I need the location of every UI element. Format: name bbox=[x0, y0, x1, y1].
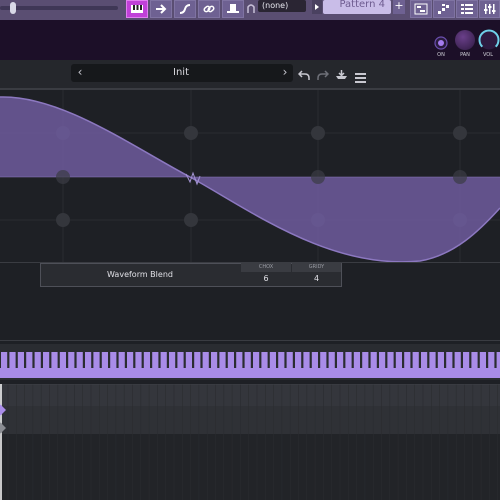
waveform-editor[interactable] bbox=[0, 90, 500, 263]
prev-preset-button[interactable]: ‹ bbox=[73, 64, 87, 82]
hat-icon bbox=[227, 4, 239, 13]
on-label: ON bbox=[437, 52, 445, 58]
add-pattern-button[interactable]: + bbox=[393, 0, 405, 14]
automation-tool-button[interactable] bbox=[174, 0, 196, 18]
menu-icon[interactable] bbox=[355, 68, 366, 83]
pattern-selector[interactable]: Pattern 4 bbox=[323, 0, 391, 14]
blend-value-x[interactable]: 6 bbox=[241, 273, 291, 285]
piano-keyboard[interactable] bbox=[0, 344, 500, 380]
sample-select[interactable]: (none) bbox=[258, 0, 306, 12]
sample-icon bbox=[246, 0, 256, 13]
arrow-right-icon bbox=[156, 4, 167, 14]
piano-roll-tool-button[interactable] bbox=[126, 0, 148, 18]
undo-icon[interactable] bbox=[297, 66, 310, 80]
divider bbox=[0, 340, 500, 341]
plugin-tool-button[interactable] bbox=[222, 0, 244, 18]
mixer-button[interactable] bbox=[479, 0, 500, 18]
volume-label: VOL bbox=[482, 52, 494, 58]
playlist-icon bbox=[414, 3, 428, 15]
top-toolbar: (none) Pattern 4 + bbox=[0, 0, 500, 20]
volume-knob[interactable] bbox=[478, 29, 500, 51]
mixer-icon bbox=[483, 4, 495, 14]
link-tool-button[interactable] bbox=[198, 0, 220, 18]
master-volume-slider[interactable] bbox=[0, 6, 118, 10]
channel-strip bbox=[0, 20, 500, 60]
waveform-display[interactable] bbox=[0, 90, 500, 263]
editor-background bbox=[0, 288, 500, 340]
steps-icon bbox=[438, 4, 449, 14]
link-icon bbox=[203, 5, 215, 13]
on-toggle[interactable] bbox=[434, 35, 448, 50]
roll-row bbox=[0, 406, 500, 434]
pan-label: PAN bbox=[460, 52, 470, 58]
pattern-menu-button[interactable] bbox=[312, 0, 322, 14]
blend-value-y[interactable]: 4 bbox=[292, 273, 341, 285]
next-preset-button[interactable]: › bbox=[278, 64, 292, 82]
channel-rack-button[interactable] bbox=[456, 0, 478, 18]
piano-roll[interactable] bbox=[0, 384, 500, 500]
step-sequencer-tool-button[interactable] bbox=[150, 0, 172, 18]
curve-icon bbox=[179, 4, 191, 14]
sequencer-button[interactable] bbox=[433, 0, 455, 18]
waveform-blend-label: Waveform Blend bbox=[107, 270, 173, 279]
blend-column-header: GRIDY bbox=[292, 263, 341, 272]
save-icon[interactable] bbox=[335, 66, 348, 79]
piano-key-base bbox=[0, 368, 500, 378]
redo-icon[interactable] bbox=[317, 66, 330, 80]
master-volume-handle[interactable] bbox=[10, 2, 16, 14]
piano-icon bbox=[131, 5, 143, 13]
blend-column-header: CHOX bbox=[241, 263, 291, 272]
roll-row bbox=[0, 434, 500, 500]
playlist-button[interactable] bbox=[410, 0, 432, 18]
pan-knob[interactable] bbox=[455, 30, 475, 50]
preset-name[interactable]: Init bbox=[120, 64, 242, 82]
roll-row bbox=[0, 384, 500, 406]
list-icon bbox=[461, 4, 473, 14]
chevron-right-icon bbox=[315, 4, 319, 10]
